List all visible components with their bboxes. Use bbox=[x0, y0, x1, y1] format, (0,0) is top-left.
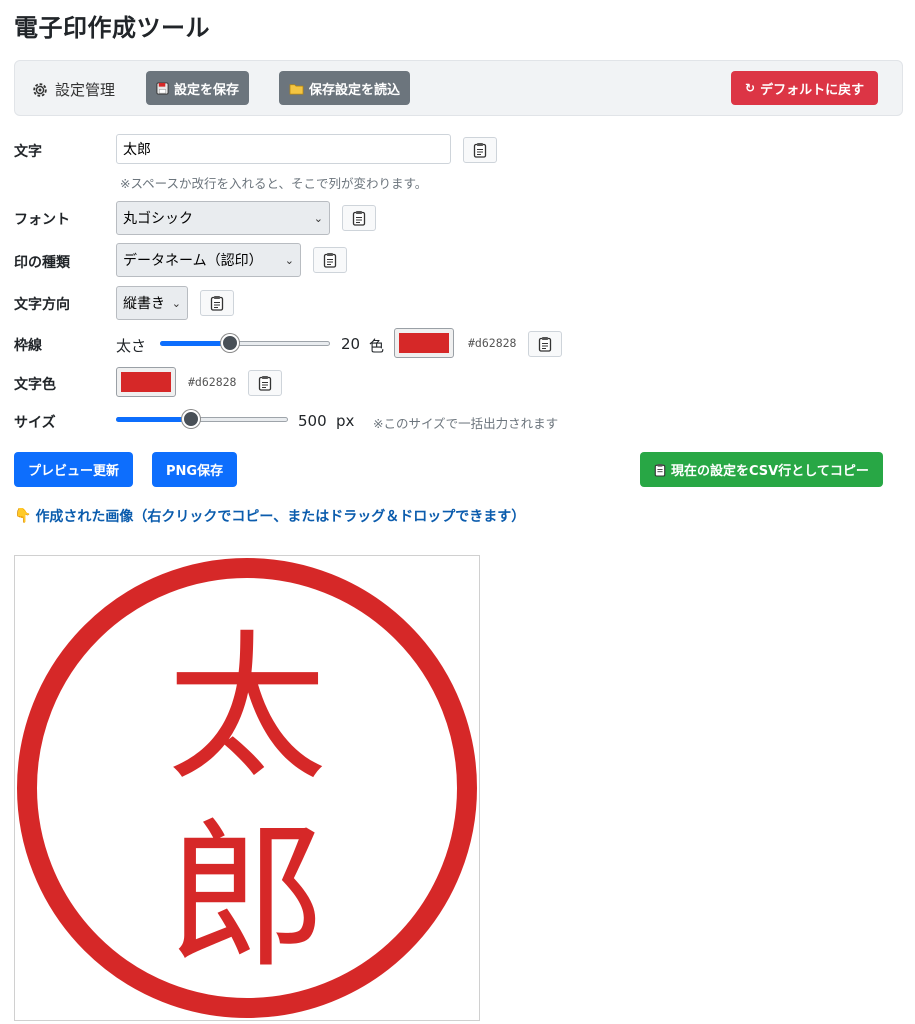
stamp-svg: 太 郎 bbox=[17, 558, 477, 1018]
settings-bar: 設定管理 設定を保存 保存設定を読込 ↻ デフォルトに戻す bbox=[14, 60, 903, 116]
stamp-char: 郎 bbox=[167, 803, 327, 990]
result-note: 👇 作成された画像（右クリックでコピー、またはドラッグ＆ドロップできます） bbox=[14, 506, 525, 526]
result-note-text: 作成された画像（右クリックでコピー、またはドラッグ＆ドロップできます） bbox=[35, 509, 526, 525]
clipboard-icon bbox=[210, 296, 224, 311]
slider-fill bbox=[160, 341, 230, 346]
page: 電子印作成ツール 設定管理 設定を保存 保存設定を読込 ↻ デフォルトに戻す 文… bbox=[0, 0, 915, 1021]
stamp-type-select[interactable]: データネーム（認印） ⌄ bbox=[116, 243, 301, 277]
slider-fill bbox=[116, 417, 192, 422]
copy-text-color-button[interactable] bbox=[248, 370, 282, 396]
size-label: サイズ bbox=[14, 415, 56, 431]
clipboard-icon bbox=[473, 143, 487, 158]
settings-title-label: 設定管理 bbox=[55, 81, 116, 99]
border-thickness-label: 太さ bbox=[116, 337, 147, 355]
reset-default-button[interactable]: ↻ デフォルトに戻す bbox=[731, 71, 879, 105]
font-label: フォント bbox=[14, 212, 70, 228]
border-color-picker[interactable] bbox=[394, 328, 454, 358]
direction-value: 縦書き bbox=[123, 296, 165, 312]
refresh-icon: ↻ bbox=[745, 81, 756, 95]
text-color-label: 文字色 bbox=[14, 377, 56, 393]
direction-label: 文字方向 bbox=[14, 297, 70, 313]
save-settings-label: 設定を保存 bbox=[174, 82, 240, 98]
chevron-down-icon: ⌄ bbox=[284, 253, 294, 267]
png-save-label: PNG保存 bbox=[166, 464, 224, 479]
border-label: 枠線 bbox=[14, 338, 42, 354]
border-color-label: 色 bbox=[369, 337, 385, 355]
text-color-swatch bbox=[121, 372, 171, 392]
copy-border-button[interactable] bbox=[528, 331, 562, 357]
reset-default-label: デフォルトに戻す bbox=[760, 82, 865, 98]
copy-font-button[interactable] bbox=[342, 205, 376, 231]
border-thickness-slider[interactable] bbox=[160, 333, 330, 353]
load-settings-button[interactable]: 保存設定を読込 bbox=[279, 71, 411, 105]
slider-thumb[interactable] bbox=[182, 410, 201, 428]
folder-icon bbox=[289, 83, 304, 94]
chevron-down-icon: ⌄ bbox=[313, 211, 323, 225]
chevron-down-icon: ⌄ bbox=[171, 296, 181, 310]
pointing-hand-icon: 👇 bbox=[14, 508, 32, 524]
size-value: 500 bbox=[298, 412, 327, 430]
copy-text-button[interactable] bbox=[463, 137, 497, 163]
text-input[interactable] bbox=[116, 134, 451, 164]
direction-select[interactable]: 縦書き ⌄ bbox=[116, 286, 188, 320]
size-unit: px bbox=[336, 412, 355, 430]
text-color-picker[interactable] bbox=[116, 367, 176, 397]
border-color-code: #d62828 bbox=[468, 336, 517, 350]
size-slider[interactable] bbox=[116, 409, 288, 429]
settings-title: 設定管理 bbox=[31, 79, 115, 100]
clipboard-icon bbox=[538, 337, 552, 352]
preview-update-label: プレビュー更新 bbox=[28, 464, 120, 479]
load-settings-label: 保存設定を読込 bbox=[309, 82, 401, 98]
floppy-icon bbox=[156, 81, 169, 95]
border-thickness-value: 20 bbox=[341, 335, 361, 353]
clipboard-icon bbox=[654, 463, 666, 477]
copy-stamp-type-button[interactable] bbox=[313, 247, 347, 273]
font-select-value: 丸ゴシック bbox=[123, 211, 193, 227]
copy-direction-button[interactable] bbox=[200, 290, 234, 316]
png-save-button[interactable]: PNG保存 bbox=[152, 452, 238, 487]
clipboard-icon bbox=[352, 211, 366, 226]
slider-thumb[interactable] bbox=[220, 334, 239, 352]
size-hint: ※このサイズで一括出力されます bbox=[373, 416, 559, 431]
stamp-type-value: データネーム（認印） bbox=[123, 253, 263, 269]
clipboard-icon bbox=[258, 376, 272, 391]
save-settings-button[interactable]: 設定を保存 bbox=[146, 71, 250, 105]
copy-csv-button[interactable]: 現在の設定をCSV行としてコピー bbox=[640, 452, 883, 487]
stamp-char: 太 bbox=[167, 615, 327, 802]
clipboard-icon bbox=[323, 253, 337, 268]
preview-update-button[interactable]: プレビュー更新 bbox=[14, 452, 134, 487]
text-label: 文字 bbox=[14, 144, 42, 160]
text-hint: ※スペースか改行を入れると、そこで列が変わります。 bbox=[120, 176, 428, 191]
copy-csv-label: 現在の設定をCSV行としてコピー bbox=[671, 464, 869, 479]
stamp-image[interactable]: 太 郎 bbox=[14, 555, 480, 1021]
page-title: 電子印作成ツール bbox=[14, 14, 210, 42]
border-color-swatch bbox=[399, 333, 449, 353]
gear-icon bbox=[33, 82, 47, 97]
text-color-code: #d62828 bbox=[188, 375, 237, 389]
font-select[interactable]: 丸ゴシック ⌄ bbox=[116, 201, 330, 235]
stamp-type-label: 印の種類 bbox=[14, 255, 70, 271]
